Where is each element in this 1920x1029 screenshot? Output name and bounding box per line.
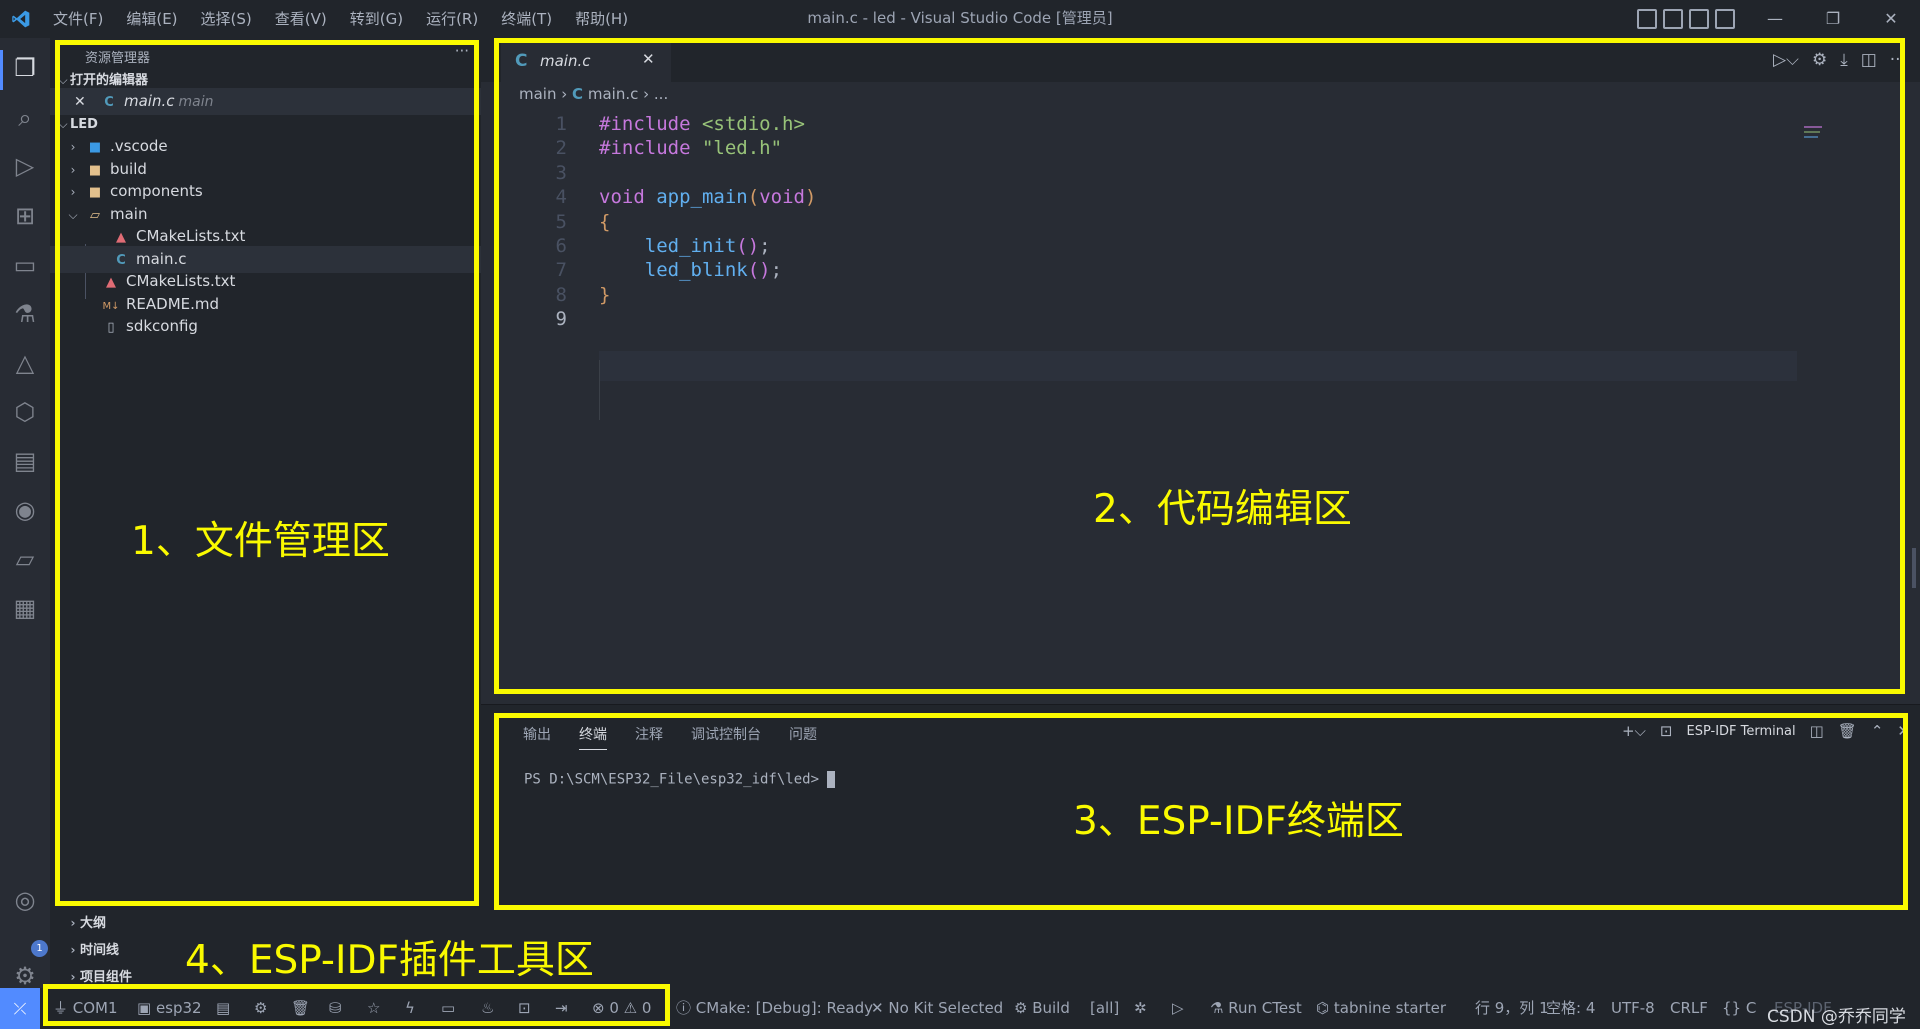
- chip-icon[interactable]: ▦: [11, 594, 39, 622]
- editor-scrollbar[interactable]: [1912, 548, 1916, 588]
- ctest-label: Run CTest: [1228, 999, 1302, 1017]
- kit-item[interactable]: ✕ No Kit Selected: [871, 988, 1003, 1029]
- settings-gear-icon[interactable]: ⚙: [11, 962, 39, 990]
- gear-icon: ⚙: [1014, 999, 1033, 1017]
- title-bar: 文件(F) 编辑(E) 选择(S) 查看(V) 转到(G) 运行(R) 终端(T…: [0, 0, 1920, 38]
- customize-layout-icon[interactable]: [1715, 9, 1735, 29]
- chevron-right-icon: ›: [70, 943, 76, 957]
- espressif-icon[interactable]: ◉: [11, 496, 39, 524]
- close-window-icon[interactable]: ✕: [1862, 0, 1920, 38]
- build-label: Build: [1032, 999, 1070, 1017]
- annotation-label-2: 2、代码编辑区: [1093, 487, 1352, 532]
- toggle-sidebar-icon[interactable]: [1637, 9, 1657, 29]
- language-mode[interactable]: {} C: [1722, 988, 1756, 1029]
- menu-view[interactable]: 查看(V): [275, 0, 327, 38]
- menu-terminal[interactable]: 终端(T): [501, 0, 552, 38]
- tabnine-item[interactable]: ⌬ tabnine starter: [1316, 988, 1446, 1029]
- menu-bar: 文件(F) 编辑(E) 选择(S) 查看(V) 转到(G) 运行(R) 终端(T…: [53, 0, 651, 38]
- line-ending[interactable]: CRLF: [1670, 988, 1708, 1029]
- activity-bar: ❐ ⌕ ▷ ⊞ ▭ ⚗ △ ⬡ ▤ ◉ ▱ ▦ ◎ 1 ⚙: [0, 38, 50, 990]
- kit-label: No Kit Selected: [888, 999, 1004, 1017]
- ctest-item[interactable]: ⚗ Run CTest: [1210, 988, 1302, 1029]
- layout-controls: [1637, 9, 1735, 29]
- build-target[interactable]: [all]: [1090, 988, 1119, 1029]
- cmake-label: CMake: [Debug]: Ready: [695, 999, 874, 1017]
- annotation-box-file-explorer: [55, 40, 479, 906]
- info-icon: ⓘ: [676, 999, 696, 1017]
- account-badge: 1: [31, 940, 48, 957]
- debug-bug-icon[interactable]: ✲: [1134, 988, 1147, 1029]
- tools-icon: ✕: [871, 999, 889, 1017]
- menu-help[interactable]: 帮助(H): [575, 0, 628, 38]
- cmake-status[interactable]: ⓘ CMake: [Debug]: Ready: [676, 988, 873, 1029]
- timeline-title: 时间线: [80, 943, 120, 958]
- cursor-position[interactable]: 行 9，列 1: [1475, 988, 1549, 1029]
- folder-icon[interactable]: ▱: [11, 545, 39, 573]
- indentation[interactable]: 空格: 4: [1546, 988, 1595, 1029]
- cmake-icon[interactable]: △: [11, 349, 39, 377]
- menu-run[interactable]: 运行(R): [426, 0, 478, 38]
- tabnine-icon: ⌬: [1316, 999, 1334, 1017]
- build-button[interactable]: ⚙ Build: [1014, 988, 1070, 1029]
- remote-icon[interactable]: ⤫: [0, 988, 40, 1029]
- watermark: CSDN @乔乔同学: [1767, 1007, 1906, 1027]
- annotation-label-1: 1、文件管理区: [131, 519, 390, 564]
- outline-title: 大纲: [80, 916, 107, 931]
- flask-icon: ⚗: [1210, 999, 1229, 1017]
- active-indicator: [0, 50, 3, 90]
- toggle-panel-icon[interactable]: [1663, 9, 1683, 29]
- annotation-label-3: 3、ESP-IDF终端区: [1073, 799, 1404, 844]
- remote-explorer-icon[interactable]: ▭: [11, 251, 39, 279]
- tabnine-label: tabnine starter: [1333, 999, 1446, 1017]
- menu-go[interactable]: 转到(G): [350, 0, 403, 38]
- project-components-title: 项目组件: [80, 970, 133, 985]
- esp-explorer-icon[interactable]: ⬡: [11, 398, 39, 426]
- menu-file[interactable]: 文件(F): [53, 0, 103, 38]
- annotation-box-code-editor: [494, 38, 1905, 694]
- annotation-label-4: 4、ESP-IDF插件工具区: [185, 938, 594, 983]
- minimize-icon[interactable]: —: [1746, 0, 1804, 38]
- extensions-icon[interactable]: ⊞: [11, 202, 39, 230]
- menu-selection[interactable]: 选择(S): [201, 0, 252, 38]
- run-debug-icon[interactable]: ▷: [11, 152, 39, 180]
- chevron-right-icon: ›: [70, 916, 76, 930]
- toggle-secondary-sidebar-icon[interactable]: [1689, 9, 1709, 29]
- explorer-icon[interactable]: ❐: [11, 54, 39, 82]
- vscode-logo-icon: [12, 10, 30, 28]
- search-icon[interactable]: ⌕: [11, 104, 39, 132]
- account-icon[interactable]: ◎: [11, 886, 39, 914]
- window-controls: — ❐ ✕: [1746, 0, 1920, 38]
- annotation-box-plugin-tools: [43, 984, 670, 1026]
- menu-edit[interactable]: 编辑(E): [126, 0, 177, 38]
- restore-icon[interactable]: ❐: [1804, 0, 1862, 38]
- run-play-icon[interactable]: ▷: [1172, 988, 1184, 1029]
- notes-icon[interactable]: ▤: [11, 447, 39, 475]
- encoding[interactable]: UTF-8: [1611, 988, 1655, 1029]
- testing-icon[interactable]: ⚗: [11, 300, 39, 328]
